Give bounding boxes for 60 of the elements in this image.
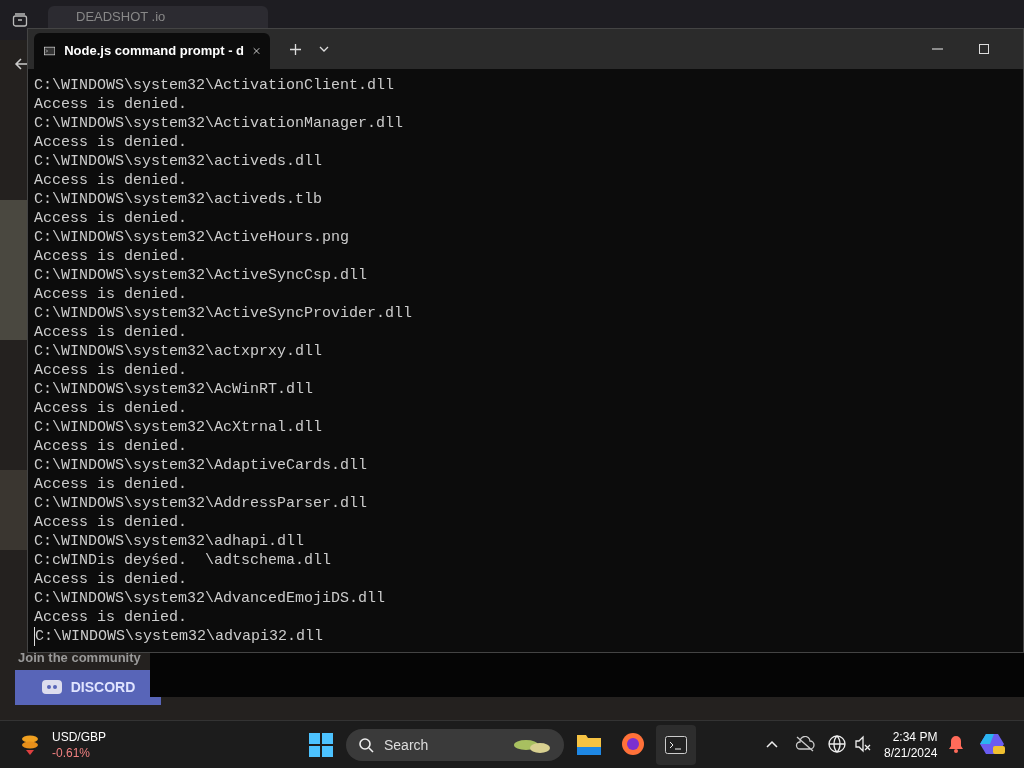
- terminal-line: Access is denied.: [34, 95, 188, 114]
- terminal-line: C:\WINDOWS\system32\activeds.tlb: [34, 190, 323, 209]
- terminal-line: Access is denied.: [34, 247, 188, 266]
- speaker-muted-icon[interactable]: [854, 735, 872, 753]
- terminal-line: Access is denied.: [34, 285, 188, 304]
- tabs-icon[interactable]: [12, 12, 28, 28]
- cloud-off-icon[interactable]: [795, 736, 815, 752]
- terminal-line: Access is denied.: [34, 570, 188, 589]
- windows-start-icon[interactable]: [309, 733, 333, 757]
- maximize-icon[interactable]: [979, 44, 989, 54]
- terminal-line: Access is denied.: [34, 323, 188, 342]
- terminal-line: C:\WINDOWS\system32\ActiveSyncProvider.dll: [34, 304, 413, 323]
- terminal-line: C:\WINDOWS\system32\AddressParser.dll: [34, 494, 368, 513]
- terminal-line: C:\WINDOWS\system32\ActiveSyncCsp.dll: [34, 266, 368, 285]
- close-icon[interactable]: [253, 46, 260, 56]
- bell-icon[interactable]: [948, 735, 964, 753]
- terminal-line: C:\WINDOWS\system32\activeds.dll: [34, 152, 323, 171]
- terminal-line: C:\WINDOWS\system32\actxprxy.dll: [34, 342, 323, 361]
- terminal-tab[interactable]: Node.js command prompt - d: [34, 33, 270, 69]
- plus-icon[interactable]: [290, 43, 301, 55]
- terminal-line: Access is denied.: [34, 171, 188, 190]
- terminal-line: Access is denied.: [34, 209, 188, 228]
- terminal-icon: [44, 45, 56, 57]
- terminal-line: C:\WINDOWS\system32\advapi32.dll: [34, 627, 324, 646]
- terminal-taskbar-button[interactable]: [656, 725, 696, 765]
- terminal-line: Access is denied.: [34, 133, 188, 152]
- tab-title: Node.js command prompt - d: [64, 42, 244, 61]
- discord-button[interactable]: DISCORD: [15, 670, 161, 705]
- clock-time[interactable]: 2:34 PM: [892, 729, 938, 745]
- terminal-line: C:\WINDOWS\system32\AcXtrnal.dll: [34, 418, 323, 437]
- chevron-down-icon[interactable]: [319, 46, 329, 52]
- search-field[interactable]: Search: [346, 729, 564, 761]
- browser-icon[interactable]: [621, 732, 645, 756]
- terminal-line: C:\WINDOWS\system32\AcWinRT.dll: [34, 380, 314, 399]
- back-icon[interactable]: [14, 56, 30, 72]
- terminal-line: C:cWINDis deyśed. \adtschema.dll: [34, 551, 332, 570]
- widget-title[interactable]: USD/GBP: [52, 728, 106, 745]
- terminal-line: Access is denied.: [34, 513, 188, 532]
- terminal-line: C:\WINDOWS\system32\ActivationManager.dll: [34, 114, 404, 133]
- search-placeholder: Search: [384, 735, 429, 755]
- search-icon: [358, 737, 374, 753]
- terminal-line: C:\WINDOWS\system32\ActiveHours.png: [34, 228, 350, 247]
- terminal-line: Access is denied.: [34, 361, 188, 380]
- discord-icon: [40, 678, 63, 697]
- terminal-line: Access is denied.: [34, 475, 188, 494]
- folder-icon[interactable]: [577, 733, 601, 755]
- browser-tab[interactable]: DEADSHOT .io: [48, 6, 268, 28]
- terminal-line: C:\WINDOWS\system32\AdaptiveCards.dll: [34, 456, 368, 475]
- clock-date[interactable]: 8/21/2024: [884, 745, 938, 761]
- terminal-line: C:\WINDOWS\system32\adhapi.dll: [34, 532, 305, 551]
- community-label: Join the community: [18, 649, 141, 667]
- terminal-line: Access is denied.: [34, 399, 188, 418]
- widget-change: -0.61%: [52, 744, 92, 761]
- terminal-line: Access is denied.: [34, 608, 188, 627]
- terminal-line: C:\WINDOWS\system32\ActivationClient.dll: [34, 76, 395, 95]
- terminal-line: Access is denied.: [34, 437, 188, 456]
- globe-icon[interactable]: [828, 735, 846, 753]
- terminal-icon: [665, 736, 687, 754]
- terminal-line: C:\WINDOWS\system32\AdvancedEmojiDS.dll: [34, 589, 386, 608]
- chevron-up-icon[interactable]: [766, 740, 778, 748]
